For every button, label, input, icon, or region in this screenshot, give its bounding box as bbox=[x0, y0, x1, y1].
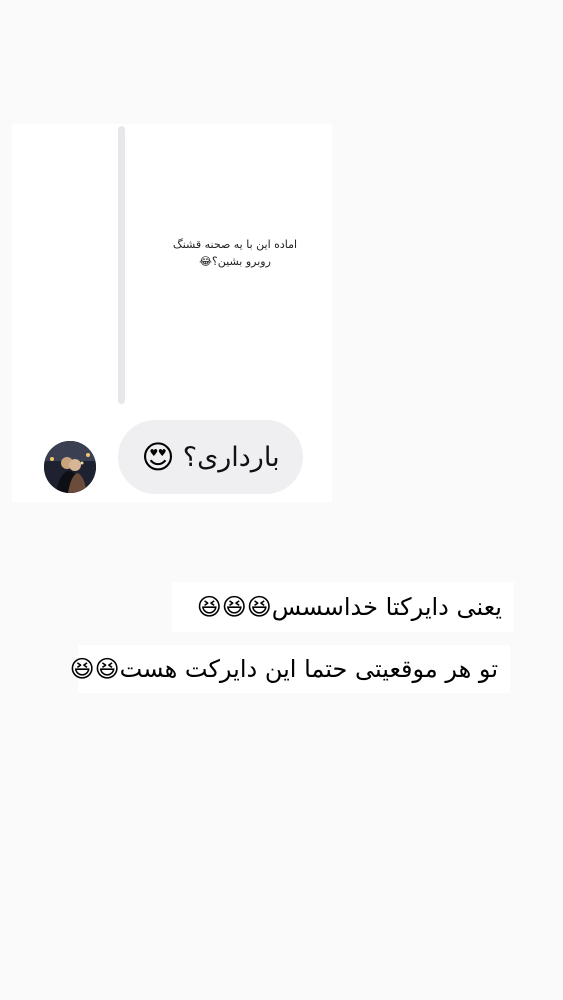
laughing-emoji-icon: 😆😆😆 bbox=[196, 593, 272, 621]
quoted-story-line-1: اماده این با یه صحنه قشنگ bbox=[172, 238, 298, 251]
avatar[interactable] bbox=[44, 441, 96, 493]
caption-line-1: یعنی دایرکتا خداسسس 😆😆😆 bbox=[172, 582, 514, 632]
caption-2-text: تو هر موقعیتی حتما این دایرکت هست bbox=[119, 655, 498, 683]
caption-1-text: یعنی دایرکتا خداسسس bbox=[271, 593, 502, 621]
avatar-photo-icon bbox=[44, 441, 96, 493]
message-text: بارداری؟ bbox=[182, 441, 280, 473]
laughing-emoji-icon: 😆😆 bbox=[69, 655, 120, 683]
story-reply-bar bbox=[118, 126, 125, 404]
quoted-story-line-2: روبرو بشین؟😂 bbox=[199, 255, 271, 268]
message-bubble[interactable]: بارداری؟ 😍 bbox=[118, 420, 303, 494]
quoted-story-text: اماده این با یه صحنه قشنگ روبرو بشین؟😂 bbox=[150, 236, 320, 270]
heart-eyes-emoji-icon: 😍 bbox=[141, 438, 175, 476]
caption-line-2: تو هر موقعیتی حتما این دایرکت هست 😆😆 bbox=[70, 645, 510, 693]
